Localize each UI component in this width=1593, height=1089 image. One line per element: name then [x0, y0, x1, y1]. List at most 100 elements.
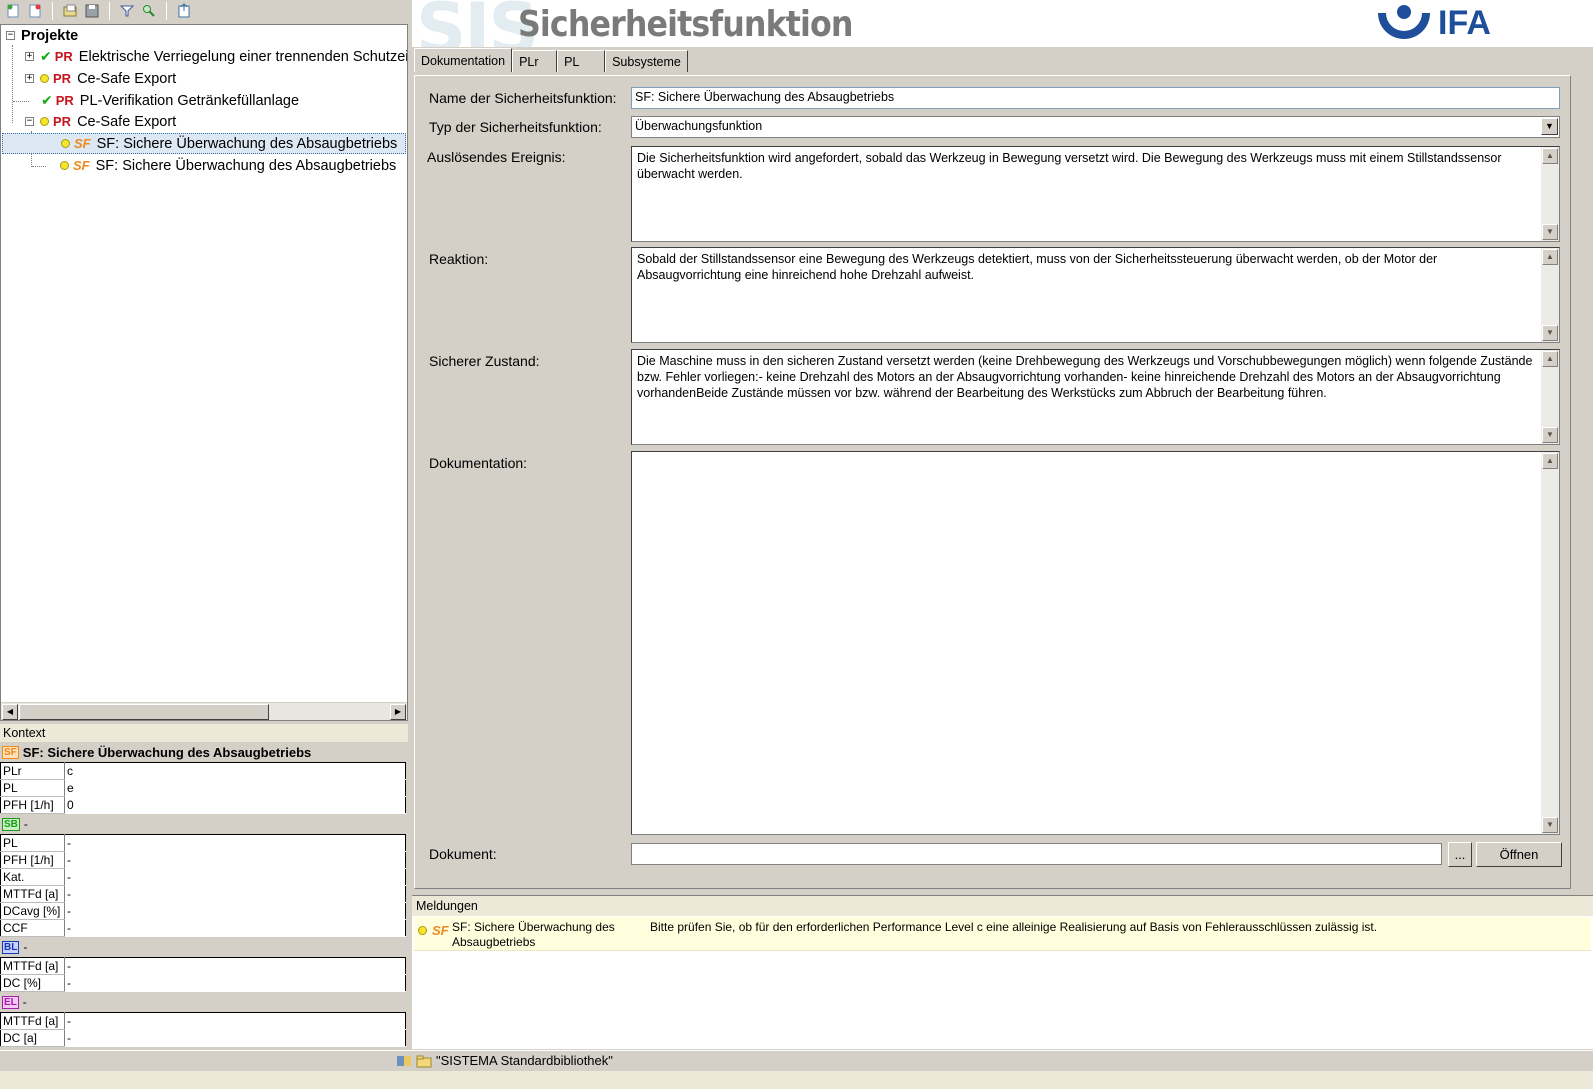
- scroll-down-icon[interactable]: ▼: [1542, 325, 1558, 341]
- tab-pl[interactable]: PL: [557, 50, 606, 72]
- pr-type-label: PR: [53, 114, 72, 129]
- status-dot-icon: [40, 117, 49, 126]
- reaction-scrollbar[interactable]: ▲ ▼: [1541, 248, 1559, 342]
- context-bl-heading: BL -: [0, 937, 408, 957]
- tree-item-project[interactable]: + ✔ PR Elektrische Verriegelung einer tr…: [25, 46, 408, 67]
- context-title: SF SF: Sichere Überwachung des Absaugbet…: [0, 742, 408, 762]
- table-row: PFH [1/h] 0: [0, 796, 406, 814]
- sf-badge-icon: SF: [2, 745, 19, 759]
- type-select-value: Überwachungsfunktion: [635, 119, 763, 133]
- bl-badge-icon: BL: [2, 940, 20, 954]
- context-sf-table: PLr c PL e PFH [1/h] 0: [0, 762, 406, 814]
- context-value: -: [64, 902, 406, 920]
- sf-type-label: SF: [73, 158, 90, 173]
- message-row[interactable]: SF SF: Sichere Überwachung des Absaugbet…: [414, 917, 1591, 951]
- trigger-scrollbar[interactable]: ▲ ▼: [1541, 147, 1559, 241]
- tree-root-label: Projekte: [21, 27, 79, 44]
- export-icon[interactable]: [175, 2, 193, 20]
- table-row: Kat. -: [0, 868, 406, 886]
- tree-item-safety-function-selected[interactable]: SF SF: Sichere Überwachung des Absaugbet…: [2, 133, 406, 154]
- type-select[interactable]: Überwachungsfunktion ▼: [631, 116, 1560, 138]
- chevron-down-icon[interactable]: ▼: [1541, 118, 1558, 135]
- scroll-down-icon[interactable]: ▼: [1542, 427, 1558, 443]
- type-label: Typ der Sicherheitsfunktion:: [429, 119, 602, 135]
- name-input[interactable]: SF: Sichere Überwachung des Absaugbetrie…: [631, 87, 1560, 109]
- context-el-value: -: [22, 995, 27, 1009]
- tree-item-project[interactable]: ✔ PR PL-Verifikation Getränkefüllanlage: [41, 90, 299, 111]
- context-key: MTTFd [a]: [0, 885, 65, 903]
- doc-textarea[interactable]: ▲ ▼: [631, 451, 1560, 835]
- tree-item-label: SF: Sichere Überwachung des Absaugbetrie…: [95, 157, 397, 174]
- sf-type-label: SF: [74, 136, 91, 151]
- context-value: -: [64, 1012, 406, 1030]
- project-tree[interactable]: − Projekte + ✔ PR Elektrische Verriegelu…: [0, 24, 408, 721]
- save-icon[interactable]: [83, 2, 101, 20]
- scroll-down-icon[interactable]: ▼: [1542, 224, 1558, 240]
- context-value: -: [64, 1029, 406, 1047]
- scroll-up-icon[interactable]: ▲: [1542, 351, 1558, 367]
- status-library: "SISTEMA Standardbibliothek": [436, 1053, 613, 1068]
- expand-icon[interactable]: +: [25, 52, 34, 61]
- context-key: CCF: [0, 919, 65, 937]
- tree-item-label: Elektrische Verriegelung einer trennende…: [78, 48, 408, 65]
- tree-horizontal-scrollbar[interactable]: ◀ ▶: [1, 702, 407, 720]
- tree-guide-line: [13, 101, 29, 102]
- doc-scrollbar[interactable]: ▲ ▼: [1541, 452, 1559, 834]
- trigger-textarea[interactable]: Die Sicherheitsfunktion wird angefordert…: [631, 146, 1560, 242]
- table-row: MTTFd [a] -: [0, 1012, 406, 1030]
- tree-root-projects[interactable]: − Projekte: [6, 25, 78, 46]
- filter-icon[interactable]: [118, 2, 136, 20]
- scroll-down-icon[interactable]: ▼: [1542, 817, 1558, 833]
- table-row: PLr c: [0, 762, 406, 780]
- context-el-heading: EL -: [0, 992, 408, 1012]
- collapse-icon[interactable]: −: [25, 117, 34, 126]
- context-key: Kat.: [0, 868, 65, 886]
- scroll-left-icon[interactable]: ◀: [2, 704, 18, 720]
- header-banner: SIS Sicherheitsfunktion IFA: [412, 0, 1593, 47]
- messages-panel: Meldungen SF SF: Sichere Überwachung des…: [412, 895, 1593, 1049]
- context-value: -: [64, 868, 406, 886]
- new-project-icon[interactable]: [4, 2, 22, 20]
- check-icon: ✔: [40, 48, 52, 64]
- tree-item-safety-function[interactable]: SF SF: Sichere Überwachung des Absaugbet…: [60, 155, 396, 176]
- tab-dokumentation[interactable]: Dokumentation: [414, 48, 513, 72]
- open-button[interactable]: Öffnen: [1476, 842, 1562, 867]
- find-icon[interactable]: [140, 2, 158, 20]
- collapse-icon[interactable]: −: [6, 31, 15, 40]
- safe-state-scrollbar[interactable]: ▲ ▼: [1541, 350, 1559, 444]
- scroll-thumb[interactable]: [19, 704, 269, 720]
- scroll-up-icon[interactable]: ▲: [1542, 148, 1558, 164]
- context-key: MTTFd [a]: [0, 1012, 65, 1030]
- message-source: SF: Sichere Überwachung des Absaugbetrie…: [452, 920, 615, 949]
- tab-plr[interactable]: PLr: [512, 50, 558, 72]
- tree-item-project[interactable]: − PR Ce-Safe Export: [25, 111, 176, 132]
- document-input[interactable]: [631, 843, 1442, 865]
- expand-icon[interactable]: +: [25, 74, 34, 83]
- context-key: DCavg [%]: [0, 902, 65, 920]
- open-icon[interactable]: [61, 2, 79, 20]
- context-key: PFH [1/h]: [0, 796, 65, 814]
- safe-state-textarea[interactable]: Die Maschine muss in den sicheren Zustan…: [631, 349, 1560, 445]
- tree-item-label: SF: Sichere Überwachung des Absaugbetrie…: [96, 135, 398, 152]
- scroll-up-icon[interactable]: ▲: [1542, 453, 1558, 469]
- tab-subsysteme[interactable]: Subsysteme: [605, 50, 688, 72]
- scroll-right-icon[interactable]: ▶: [390, 704, 406, 720]
- tree-item-project[interactable]: + PR Ce-Safe Export: [25, 68, 176, 89]
- browse-button[interactable]: ...: [1448, 842, 1472, 867]
- context-value: -: [64, 851, 406, 869]
- new-item-icon[interactable]: [26, 2, 44, 20]
- sf-type-label: SF: [432, 923, 449, 938]
- safe-state-text: Die Maschine muss in den sicheren Zustan…: [637, 354, 1533, 400]
- documentation-form: Name der Sicherheitsfunktion: SF: Sicher…: [414, 75, 1571, 889]
- context-header: Kontext: [0, 724, 408, 742]
- context-value: c: [64, 762, 406, 780]
- context-sb-heading: SB -: [0, 814, 408, 834]
- scroll-up-icon[interactable]: ▲: [1542, 249, 1558, 265]
- reaction-textarea[interactable]: Sobald der Stillstandssensor eine Bewegu…: [631, 247, 1560, 343]
- document-label: Dokument:: [429, 846, 497, 862]
- context-key: PFH [1/h]: [0, 851, 65, 869]
- pr-type-label: PR: [55, 93, 74, 108]
- ifa-logo-text: IFA: [1438, 3, 1491, 42]
- table-row: PL e: [0, 779, 406, 797]
- pr-type-label: PR: [53, 71, 72, 86]
